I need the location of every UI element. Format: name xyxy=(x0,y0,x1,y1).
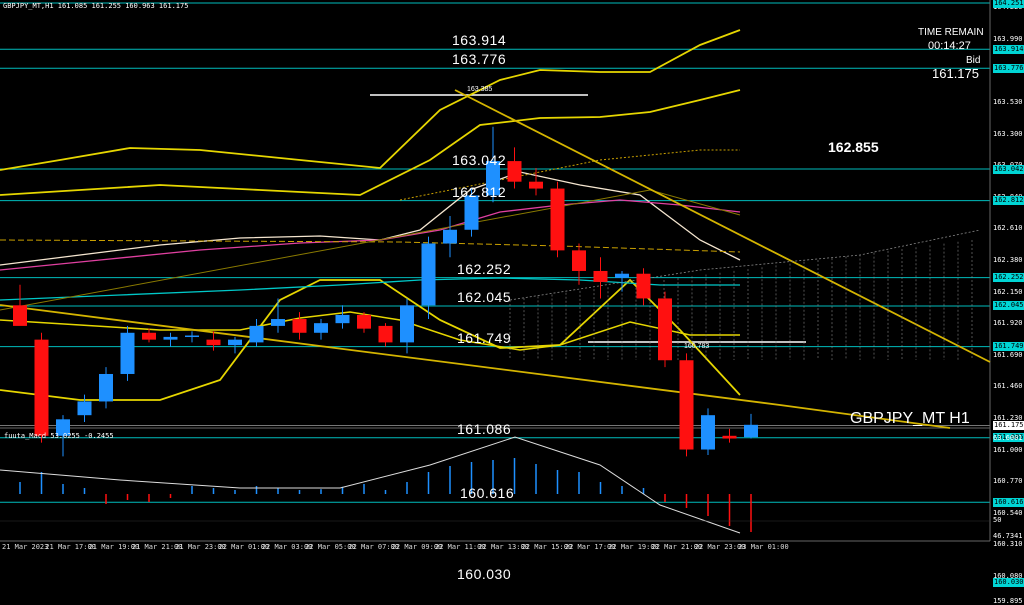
price-axis-label: 163.990 xyxy=(993,34,1023,43)
price-tag: 162.812 xyxy=(993,196,1024,206)
level-label: 163.042 xyxy=(452,152,507,169)
price-axis-label: 162.380 xyxy=(993,255,1023,264)
price-axis-label: 159.895 xyxy=(993,597,1023,605)
price-axis-label: 162.150 xyxy=(993,287,1023,296)
price-tag: 160.616 xyxy=(993,497,1024,507)
price-axis-label: 162.610 xyxy=(993,224,1023,233)
candle-body xyxy=(120,332,135,374)
candle-body xyxy=(292,319,307,333)
candle-body xyxy=(99,373,113,402)
price-axis-label: 161.460 xyxy=(993,382,1023,391)
candle-body xyxy=(421,243,436,306)
time-axis-label: 21 Mar 2023 xyxy=(2,543,49,551)
candle-body xyxy=(228,339,242,346)
candle-body xyxy=(13,305,27,326)
candle-body xyxy=(507,161,522,182)
level-label: 162.812 xyxy=(452,183,507,200)
price-axis-label: 161.920 xyxy=(993,319,1023,328)
candle-body xyxy=(701,415,715,450)
chart-info-label: GBPJPY_MT,H1 161.085 161.255 160.963 161… xyxy=(3,2,189,10)
price-axis-label: 163.300 xyxy=(993,129,1023,138)
price-tag: 161.749 xyxy=(993,342,1024,352)
time-remain-label: TIME REMAIN xyxy=(918,27,984,38)
candle-body xyxy=(357,314,371,329)
level-label: 162.252 xyxy=(457,260,512,277)
candle-body xyxy=(271,319,285,326)
price-tag: 160.030 xyxy=(993,578,1024,588)
candle-body xyxy=(658,298,672,361)
big-price-label: 162.855 xyxy=(828,139,879,155)
bid-value: 161.175 xyxy=(932,66,979,81)
candle-body xyxy=(34,339,49,436)
price-tag: 162.252 xyxy=(993,273,1024,283)
candle-body xyxy=(572,250,586,271)
price-axis-label: 161.000 xyxy=(993,445,1023,454)
level-label: 160.616 xyxy=(460,485,515,502)
trading-chart[interactable] xyxy=(0,0,1024,553)
level-label: 160.030 xyxy=(457,565,512,582)
time-axis-label: 23 Mar 01:00 xyxy=(738,543,789,551)
bid-label: Bid xyxy=(966,55,981,66)
low-label: 160.783 xyxy=(684,343,710,350)
candle-body xyxy=(163,336,178,340)
candle-body xyxy=(464,195,479,230)
candle-body xyxy=(744,424,758,438)
candle-body xyxy=(142,332,156,340)
level-label: 163.776 xyxy=(452,51,507,68)
price-axis-label: 163.530 xyxy=(993,98,1023,107)
candle-body xyxy=(249,325,264,343)
macd-axis-label: 50 xyxy=(993,516,1002,524)
candle-body xyxy=(206,339,221,346)
symbol-watermark: GBPJPY_MT H1 xyxy=(850,410,970,427)
candle-body xyxy=(679,360,694,450)
level-label: 161.749 xyxy=(457,329,512,346)
candle-body xyxy=(400,305,414,343)
price-axis-label: 160.770 xyxy=(993,477,1023,486)
price-tag: 161.175 xyxy=(993,420,1024,430)
candle-body xyxy=(335,314,350,324)
level-label: 162.045 xyxy=(457,288,512,305)
price-tag: 163.914 xyxy=(993,44,1024,54)
candle-body xyxy=(615,273,629,278)
candle-body xyxy=(443,229,457,244)
candle-body xyxy=(722,435,737,439)
candle-body xyxy=(593,270,608,282)
candle-body xyxy=(529,181,543,189)
candle-body xyxy=(550,188,565,251)
level-label: 161.086 xyxy=(457,420,512,437)
candle-body xyxy=(77,401,92,416)
macd-label: fuuta_Macd 53.0255 -0.2455 xyxy=(4,432,114,440)
candle-body xyxy=(378,325,393,343)
level-label: 163.914 xyxy=(452,32,507,49)
candle-body xyxy=(314,323,328,333)
candle-body xyxy=(636,273,651,299)
price-tag: 163.776 xyxy=(993,63,1024,73)
price-tag: 162.045 xyxy=(993,301,1024,311)
price-tag: 164.251 xyxy=(993,0,1024,8)
price-axis-label: 161.690 xyxy=(993,350,1023,359)
macd-axis-label: 46.7341 xyxy=(993,532,1023,540)
peak-label: 163.385 xyxy=(467,86,493,93)
candle-body xyxy=(185,335,199,338)
macd-axis-label: 63.6001 xyxy=(993,434,1023,442)
price-tag: 163.042 xyxy=(993,164,1024,174)
price-axis-label: 160.310 xyxy=(993,540,1023,549)
time-remain-value: 00:14:27 xyxy=(928,40,971,52)
